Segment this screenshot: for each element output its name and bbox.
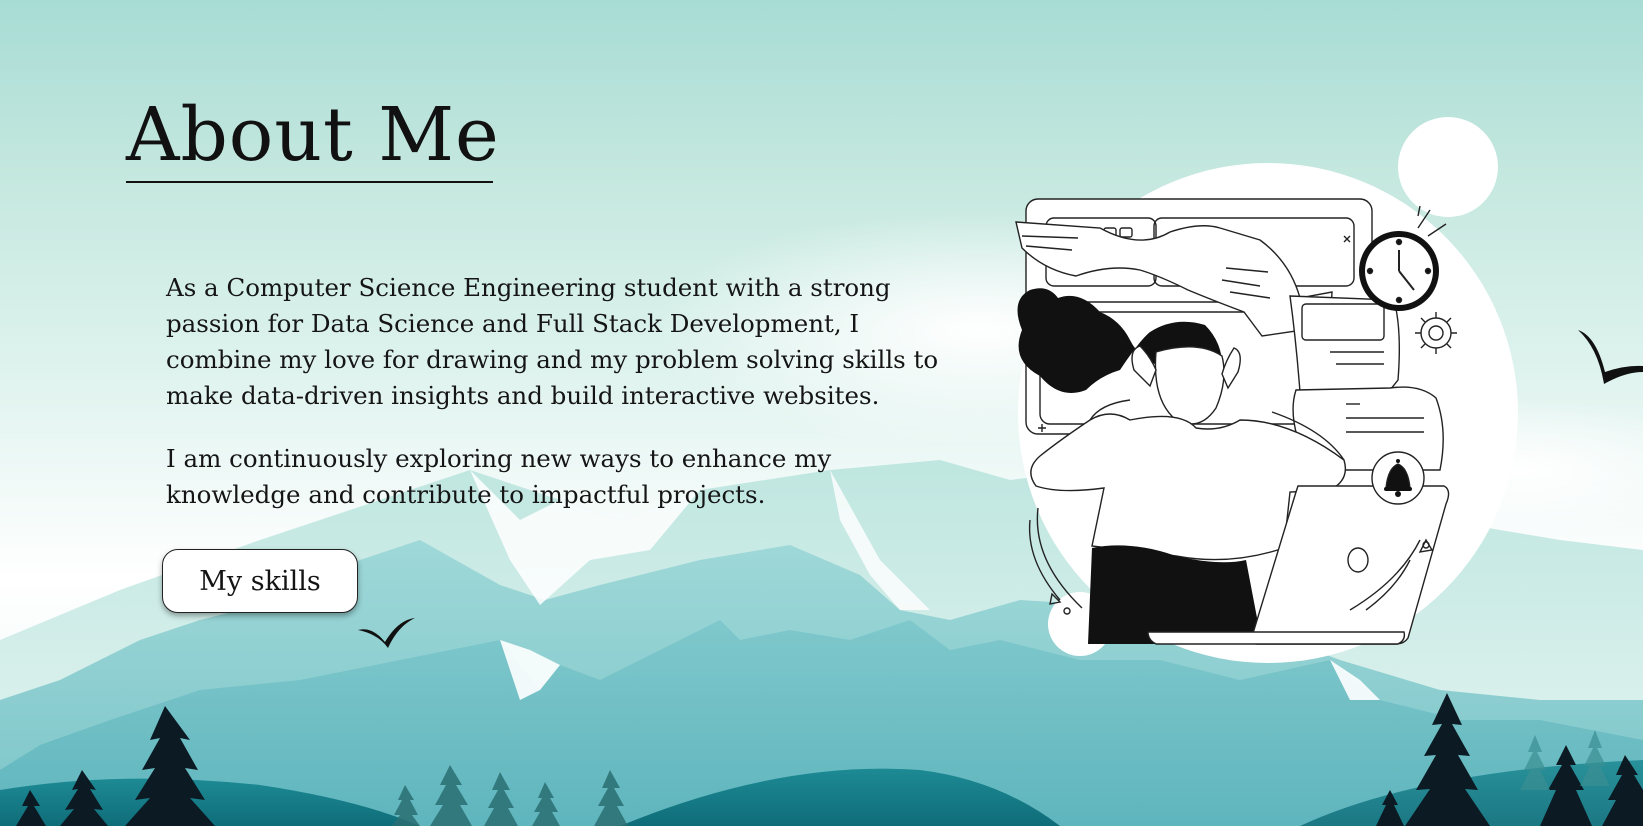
about-paragraph-1: As a Computer Science Engineering studen… [166,273,939,410]
about-paragraph-2: I am continuously exploring new ways to … [166,444,832,509]
bird-icon [1578,330,1643,384]
title-underline [126,181,493,183]
bell-icon [1371,451,1425,505]
paper-sheet [1289,295,1401,393]
illustration [1015,117,1518,663]
sun-circle [1398,117,1498,217]
page-title: About Me [126,92,500,178]
my-skills-button[interactable]: My skills [162,549,358,613]
